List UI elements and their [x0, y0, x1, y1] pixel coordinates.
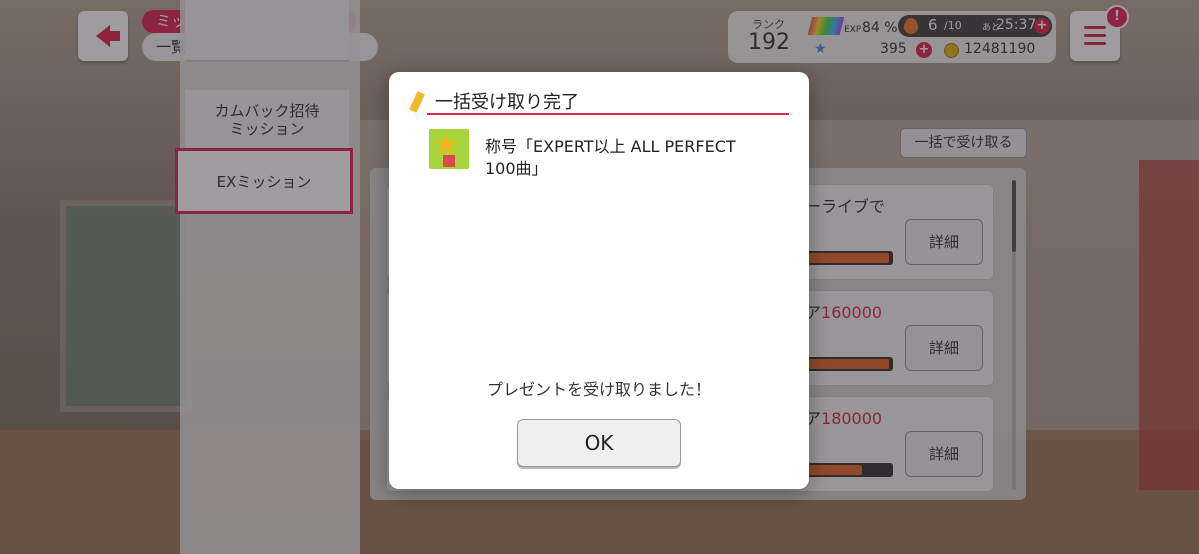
received-message: プレゼントを受け取りました！ [486, 380, 711, 399]
title-divider [427, 113, 789, 115]
ok-button[interactable]: OK [517, 419, 681, 467]
dialog-title: 一括受け取り完了 [435, 92, 579, 113]
pencil-icon [409, 91, 425, 113]
reward-dialog: 一括受け取り完了 ★ 称号「EXPERT以上 ALL PERFECT 100曲」… [389, 72, 809, 489]
title-badge-icon: ★ [429, 129, 469, 169]
reward-name: 称号「EXPERT以上 ALL PERFECT 100曲」 [485, 137, 736, 178]
